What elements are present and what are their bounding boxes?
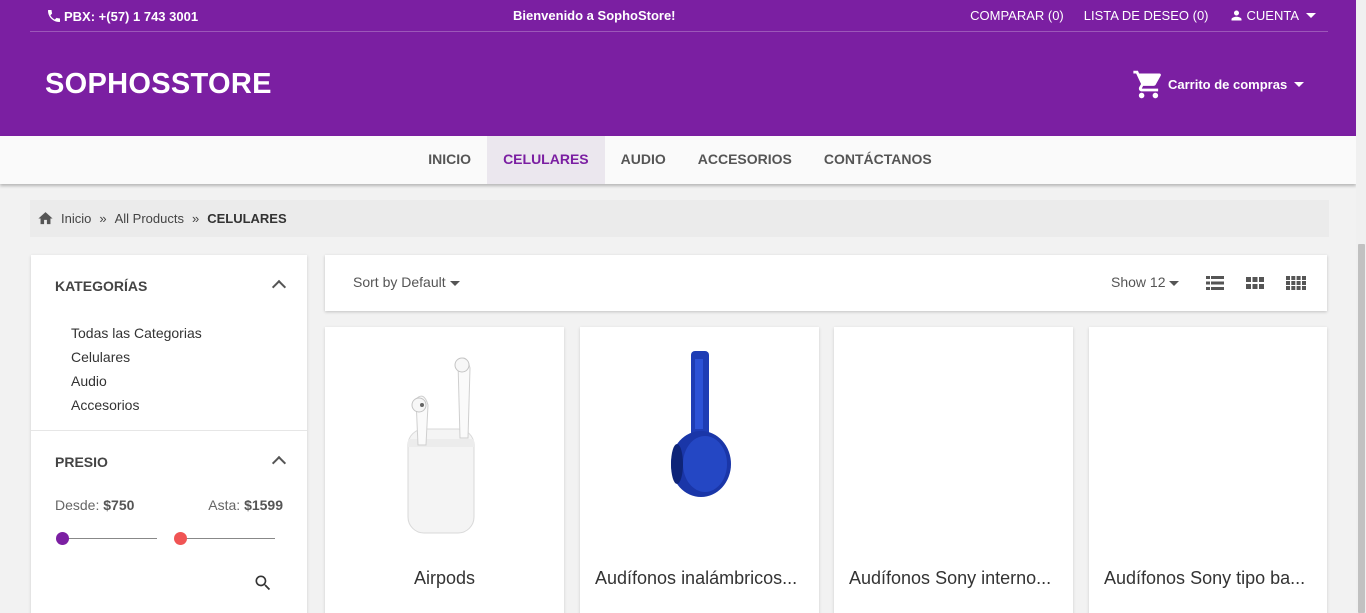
divider xyxy=(31,430,307,431)
to-value: $1599 xyxy=(244,497,283,513)
max-price-slider-handle[interactable] xyxy=(174,532,187,545)
price-to: Asta: $1599 xyxy=(208,497,283,513)
caret-down-icon xyxy=(1169,280,1180,286)
main-nav: INICIO CELULARES AUDIO ACCESORIOS CONTÁC… xyxy=(0,136,1356,184)
price-range-labels: Desde: $750 Asta: $1599 xyxy=(55,497,283,513)
category-item[interactable]: Todas las Categorias xyxy=(71,321,202,345)
wishlist-link[interactable]: LISTA DE DESEO (0) xyxy=(1084,8,1209,23)
filter-sidebar: KATEGORÍAS Todas las Categorias Celulare… xyxy=(31,255,307,613)
max-price-slider-track[interactable] xyxy=(181,538,275,539)
breadcrumb-all-products[interactable]: All Products xyxy=(115,211,184,226)
product-name[interactable]: Audífonos Sony interno... xyxy=(849,568,1058,589)
chevron-up-icon[interactable] xyxy=(271,279,287,295)
account-label: CUENTA xyxy=(1246,8,1299,23)
scrollbar-thumb[interactable] xyxy=(1358,244,1365,613)
min-price-slider-track[interactable] xyxy=(63,538,157,539)
search-icon[interactable] xyxy=(253,573,273,593)
category-item[interactable]: Celulares xyxy=(71,345,202,369)
to-label: Asta: xyxy=(208,497,241,513)
grid-view-icon[interactable] xyxy=(1246,275,1264,291)
product-name[interactable]: Airpods xyxy=(340,568,549,589)
phone-contact: PBX: +(57) 1 743 3001 xyxy=(46,8,198,24)
nav-item-contactanos[interactable]: CONTÁCTANOS xyxy=(808,136,948,184)
nav-item-inicio[interactable]: INICIO xyxy=(412,136,487,184)
price-title[interactable]: PRESIO xyxy=(55,454,108,470)
product-card[interactable]: Audífonos Sony tipo ba... xyxy=(1089,327,1327,613)
list-view-icon[interactable] xyxy=(1206,275,1224,291)
chevron-up-icon[interactable] xyxy=(271,455,287,471)
compare-link[interactable]: COMPARAR (0) xyxy=(970,8,1064,23)
breadcrumb-home[interactable]: Inicio xyxy=(61,211,91,226)
blue-headphones-image[interactable] xyxy=(667,349,737,499)
nav-item-celulares[interactable]: CELULARES xyxy=(487,136,605,184)
price-from: Desde: $750 xyxy=(55,497,134,513)
caret-down-icon xyxy=(1294,82,1305,87)
top-links: COMPARAR (0) LISTA DE DESEO (0) CUENTA xyxy=(970,8,1316,23)
breadcrumb-separator: » xyxy=(191,211,200,226)
show-label: Show 12 xyxy=(1111,274,1166,290)
category-list: Todas las Categorias Celulares Audio Acc… xyxy=(71,321,202,417)
sort-dropdown[interactable]: Sort by Default xyxy=(353,274,460,290)
category-item[interactable]: Audio xyxy=(71,369,202,393)
welcome-message: Bienvenido a SophoStore! xyxy=(513,8,676,23)
nav-item-accesorios[interactable]: ACCESORIOS xyxy=(682,136,808,184)
product-card[interactable]: Audífonos inalámbricos... xyxy=(580,327,819,613)
cart-dropdown[interactable]: Carrito de compras xyxy=(1132,68,1305,101)
dense-grid-view-icon[interactable] xyxy=(1286,275,1306,291)
sort-label: Sort by Default xyxy=(353,274,446,290)
site-header: PBX: +(57) 1 743 3001 Bienvenido a Sopho… xyxy=(0,0,1356,136)
min-price-slider-handle[interactable] xyxy=(56,532,69,545)
cart-label: Carrito de compras xyxy=(1168,77,1288,92)
top-utility-bar: PBX: +(57) 1 743 3001 Bienvenido a Sopho… xyxy=(30,0,1328,32)
airpods-image[interactable] xyxy=(400,347,490,537)
breadcrumb-separator: » xyxy=(99,211,107,226)
breadcrumb: Inicio » All Products » CELULARES xyxy=(30,200,1329,237)
user-icon xyxy=(1231,10,1242,21)
from-label: Desde: xyxy=(55,497,100,513)
nav-item-audio[interactable]: AUDIO xyxy=(605,136,682,184)
product-name[interactable]: Audífonos inalámbricos... xyxy=(595,568,804,589)
categories-title[interactable]: KATEGORÍAS xyxy=(55,278,147,294)
breadcrumb-current: CELULARES xyxy=(207,211,287,226)
category-item[interactable]: Accesorios xyxy=(71,393,202,417)
product-card[interactable]: Audífonos Sony interno... xyxy=(834,327,1073,613)
phone-icon xyxy=(48,10,60,22)
from-value: $750 xyxy=(103,497,135,513)
cart-icon xyxy=(1133,70,1161,99)
listing-toolbar: Sort by Default Show 12 xyxy=(325,255,1327,311)
product-card[interactable]: Airpods xyxy=(325,327,564,613)
account-menu[interactable]: CUENTA xyxy=(1229,8,1316,23)
caret-down-icon xyxy=(1306,13,1316,18)
caret-down-icon xyxy=(449,280,460,286)
product-name[interactable]: Audífonos Sony tipo ba... xyxy=(1104,568,1312,589)
phone-number: PBX: +(57) 1 743 3001 xyxy=(64,8,199,24)
show-count-dropdown[interactable]: Show 12 xyxy=(1111,274,1180,290)
home-icon[interactable] xyxy=(37,210,54,227)
brand-logo[interactable]: SOPHOSSTORE xyxy=(45,68,272,101)
